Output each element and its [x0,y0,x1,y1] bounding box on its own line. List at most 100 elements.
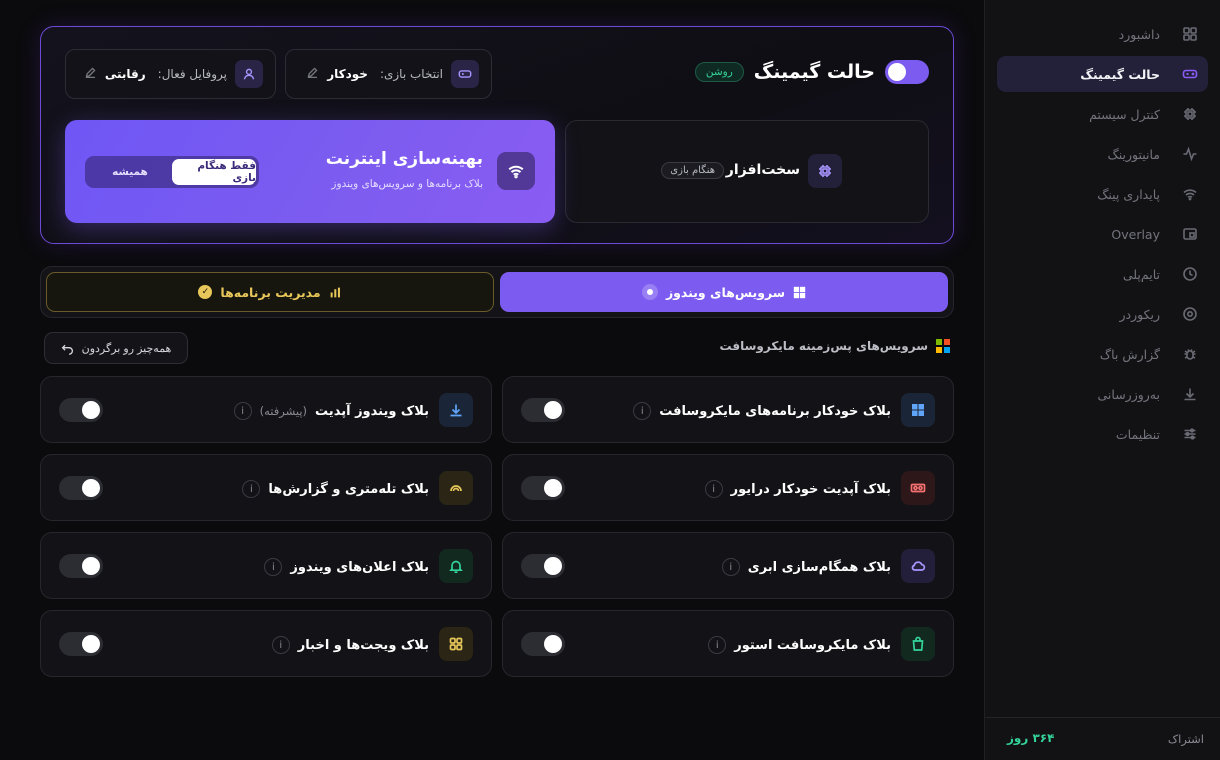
cloud-icon [901,549,935,583]
service-toggle[interactable] [59,554,103,578]
widgets-icon [439,627,473,661]
sidebar-item-recorder[interactable]: ریکوردر [997,296,1208,332]
toggle-knob [544,401,562,419]
service-label: بلاک مایکروسافت استور [734,637,891,653]
sidebar-item-label: گزارش باگ [1099,346,1160,362]
bar-chart-icon [330,287,340,297]
service-toggle[interactable] [59,476,103,500]
signal-icon [439,471,473,505]
sidebar-nav: داشبورد حالت گیمینگ کنترل سیستم مانیتوری… [985,0,1220,452]
service-card: بلاک همگام‌سازی ابری i [502,532,954,599]
gaming-mode-toggle[interactable] [885,60,929,84]
ms-logo-yellow [936,347,942,353]
gpu-icon [901,471,935,505]
option-always[interactable]: همیشه [88,159,172,185]
info-icon[interactable]: i [633,402,652,420]
service-toggle[interactable] [59,398,103,422]
toggle-knob [82,401,100,419]
check-icon: ✓ [198,285,213,299]
download-icon [1182,386,1198,402]
toggle-knob [82,557,100,575]
sidebar-item-label: ریکوردر [1119,306,1160,322]
game-select-value: خودکار [327,67,368,81]
sidebar-item-monitoring[interactable]: مانیتورینگ [997,136,1208,172]
service-card: بلاک ویندوز آپدیت (پیشرفته) i [40,376,492,443]
record-icon [1182,306,1198,322]
edit-icon[interactable] [306,66,319,82]
sidebar: داشبورد حالت گیمینگ کنترل سیستم مانیتوری… [984,0,1220,760]
sidebar-item-system-control[interactable]: کنترل سیستم [997,96,1208,132]
service-label: بلاک خودکار برنامه‌های مایکروسافت [659,403,891,419]
tab-label: مدیریت برنامه‌ها [220,284,321,300]
active-dot-icon [641,284,658,300]
user-icon [235,60,263,88]
gamepad-icon [1182,66,1198,82]
wifi-icon [497,152,535,190]
info-icon[interactable]: i [264,558,283,576]
edit-icon[interactable] [84,66,97,82]
reset-all-button[interactable]: همه‌چیز رو برگردون [44,332,188,364]
info-icon[interactable]: i [271,636,290,654]
cpu-icon [808,154,842,188]
toggle-knob [82,479,100,497]
service-toggle[interactable] [59,632,103,656]
gamepad-icon [451,60,479,88]
sidebar-item-label: Overlay [1111,226,1160,242]
sidebar-item-update[interactable]: به‌روزرسانی [997,376,1208,412]
clock-icon [1182,266,1198,282]
section-title: سرویس‌های پس‌زمینه مایکروسافت [720,339,950,353]
info-icon[interactable]: i [704,480,723,498]
sidebar-item-label: تایم‌پلی [1122,266,1160,282]
grid-icon [1182,26,1198,42]
service-label: بلاک تله‌متری و گزارش‌ها [268,481,429,497]
gaming-mode-header: حالت گیمینگ روشن [694,60,929,84]
info-icon[interactable]: i [242,480,261,498]
ms-logo-red [944,339,950,345]
subscription-label: اشتراک [1167,732,1204,746]
cpu-icon [1182,106,1198,122]
service-note: (پیشرفته) [259,404,308,418]
sidebar-item-label: کنترل سیستم [1089,106,1160,122]
sliders-icon [1182,426,1198,442]
hardware-card[interactable]: سخت‌افزار هنگام بازی [565,120,929,223]
service-toggle[interactable] [521,554,565,578]
hardware-title: سخت‌افزار [725,162,800,178]
sidebar-item-dashboard[interactable]: داشبورد [997,16,1208,52]
sidebar-item-gaming-mode[interactable]: حالت گیمینگ [997,56,1208,92]
service-toggle[interactable] [521,476,565,500]
service-card: بلاک خودکار برنامه‌های مایکروسافت i [502,376,954,443]
internet-optimization-card: بهینه‌سازی اینترنت بلاک برنامه‌ها و سروی… [65,120,555,223]
toggle-knob [82,635,100,653]
bug-icon [1182,346,1198,362]
tab-windows-services[interactable]: سرویس‌های ویندوز [500,272,948,312]
service-card: بلاک اعلان‌های ویندوز i [40,532,492,599]
sidebar-item-bug-report[interactable]: گزارش باگ [997,336,1208,372]
service-toggle[interactable] [521,398,565,422]
active-profile-label: پروفایل فعال: [157,67,227,81]
wifi-icon [1182,186,1198,202]
toggle-knob [544,635,562,653]
windows-icon [901,393,935,427]
game-select-pill[interactable]: انتخاب بازی: خودکار [285,49,492,99]
sidebar-item-playtime[interactable]: تایم‌پلی [997,256,1208,292]
info-icon[interactable]: i [721,558,740,576]
sidebar-item-ping-stability[interactable]: پایداری پینگ [997,176,1208,212]
service-toggle[interactable] [521,632,565,656]
sidebar-item-overlay[interactable]: Overlay [997,216,1208,252]
toggle-knob [544,479,562,497]
bell-icon [439,549,473,583]
option-only-ingame[interactable]: فقط هنگام بازی [172,159,256,185]
tab-app-management[interactable]: مدیریت برنامه‌ها ✓ [46,272,494,312]
sidebar-item-settings[interactable]: تنظیمات [997,416,1208,452]
service-card: بلاک مایکروسافت استور i [502,610,954,677]
info-icon[interactable]: i [708,636,727,654]
info-icon[interactable]: i [233,402,252,420]
service-label: بلاک اعلان‌های ویندوز [290,559,429,575]
toggle-knob [544,557,562,575]
active-profile-value: رقابتی [104,67,146,81]
gaming-mode-card: حالت گیمینگ روشن انتخاب بازی: خودکار پرو… [40,26,954,244]
sidebar-item-label: مانیتورینگ [1107,146,1160,162]
service-label: بلاک ویجت‌ها و اخبار [297,637,429,653]
active-profile-pill[interactable]: پروفایل فعال: رقابتی [65,49,276,99]
section-title-text: سرویس‌های پس‌زمینه مایکروسافت [719,339,928,353]
